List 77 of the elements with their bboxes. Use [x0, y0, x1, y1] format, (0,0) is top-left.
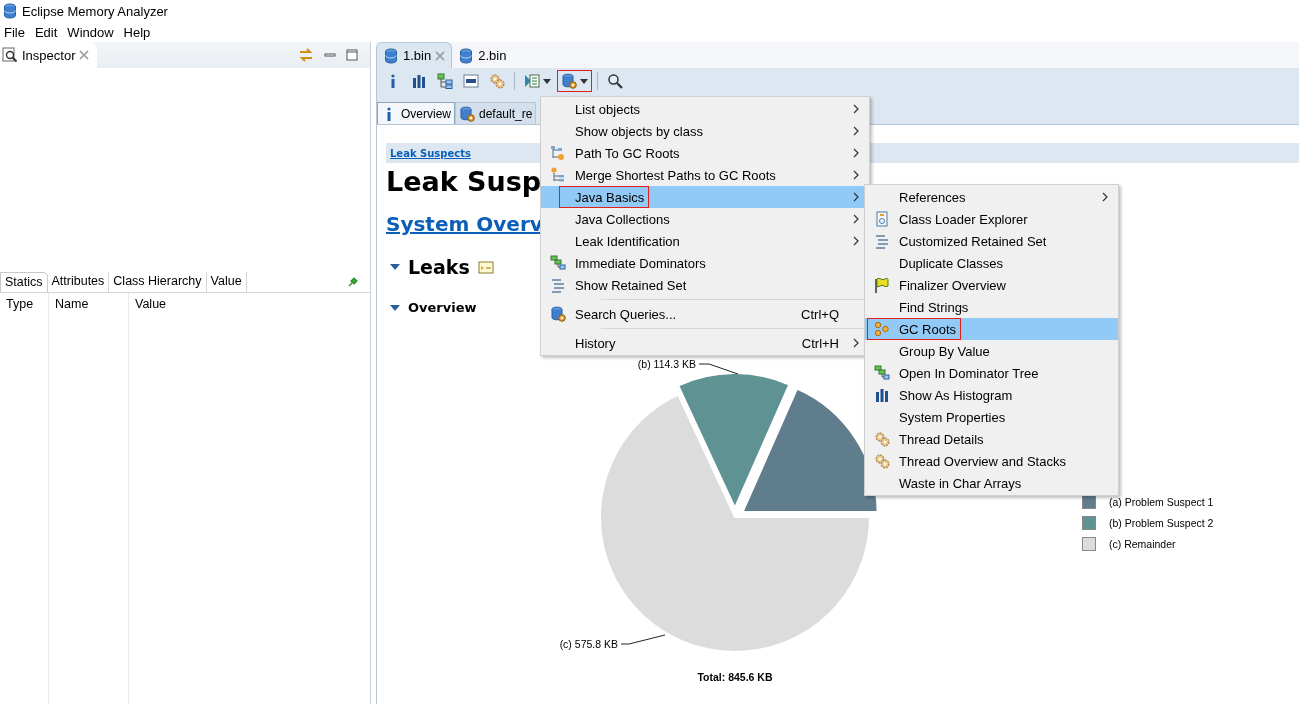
- leader-line: [698, 363, 739, 375]
- menu-item[interactable]: Help: [119, 24, 155, 40]
- column-header: Type: [6, 297, 34, 311]
- dots-icon: [874, 321, 890, 337]
- dropdown-caret-icon: [543, 78, 551, 84]
- close-icon: [435, 50, 446, 61]
- slice-label: (c) 575.8 KB: [559, 638, 618, 650]
- database-gear-icon: [459, 105, 475, 122]
- path-tree-icon: [550, 145, 566, 161]
- menu-item[interactable]: Finalizer Overview: [865, 274, 1118, 296]
- editor-tab[interactable]: 2.bin: [452, 43, 513, 68]
- menu-item[interactable]: Waste in Char Arrays: [865, 472, 1118, 494]
- flag-icon: [874, 277, 890, 293]
- tab[interactable]: default_re: [455, 102, 537, 124]
- database-gear-icon: [550, 306, 566, 322]
- menu-item[interactable]: Path To GC Roots: [541, 142, 869, 164]
- breadcrumb-link[interactable]: Leak Suspects: [390, 147, 471, 159]
- tab[interactable]: Overview: [377, 102, 455, 124]
- report-icon: [524, 73, 540, 89]
- section-title: Leaks: [408, 256, 470, 278]
- gears-icon: [874, 431, 890, 447]
- editor-tab[interactable]: 1.bin: [376, 42, 453, 68]
- maximize-icon[interactable]: [346, 49, 358, 61]
- menu-item[interactable]: GC Roots: [865, 318, 1118, 340]
- menu-item[interactable]: Customized Retained Set: [865, 230, 1118, 252]
- lines-icon: [874, 233, 890, 249]
- chart-total: Total: 845.6 KB: [697, 671, 773, 683]
- query-menu-button[interactable]: [557, 70, 592, 92]
- menu-item[interactable]: File: [0, 24, 29, 40]
- expanded-triangle-icon[interactable]: [390, 263, 400, 271]
- tab[interactable]: Statics: [0, 272, 48, 292]
- legend-label: (c) Remainder: [1109, 538, 1176, 550]
- menu-item[interactable]: Edit: [30, 24, 62, 40]
- gears-icon: [874, 453, 890, 469]
- section-title: Overview: [408, 300, 477, 315]
- legend-label: (a) Problem Suspect 1: [1109, 496, 1214, 508]
- tree-icon: [550, 255, 566, 271]
- menu-item[interactable]: Show objects by class: [541, 120, 869, 142]
- menu-item[interactable]: Duplicate Classes: [865, 252, 1118, 274]
- lines-icon: [550, 277, 566, 293]
- class-loader-icon: [874, 211, 890, 227]
- window-title: Eclipse Memory Analyzer: [22, 3, 168, 19]
- histogram-icon: [874, 387, 890, 403]
- report-heading: Leak Susp: [386, 166, 542, 198]
- menu-item[interactable]: Merge Shortest Paths to GC Roots: [541, 164, 869, 186]
- dropdown-caret-icon: [580, 78, 588, 84]
- menu-item[interactable]: List objects: [541, 98, 869, 120]
- database-icon: [458, 47, 475, 64]
- menu-item[interactable]: Open In Dominator Tree: [865, 362, 1118, 384]
- menu-item[interactable]: Class Loader Explorer: [865, 208, 1118, 230]
- merge-tree-icon: [550, 167, 566, 183]
- inspector-icon: [2, 47, 18, 63]
- search-icon: [607, 73, 623, 89]
- menu-item[interactable]: Thread Details: [865, 428, 1118, 450]
- pin-icon[interactable]: [348, 277, 358, 287]
- details-icon: [477, 260, 494, 274]
- database-icon: [383, 47, 399, 64]
- menu-item[interactable]: Show As Histogram: [865, 384, 1118, 406]
- column-header: Name: [55, 297, 89, 311]
- menu-item[interactable]: Find Strings: [865, 296, 1118, 318]
- close-icon: [79, 50, 90, 60]
- histogram-icon: [411, 73, 427, 89]
- tree-icon: [874, 365, 890, 381]
- gears-icon: [489, 73, 505, 89]
- expanded-triangle-icon[interactable]: [390, 303, 400, 312]
- view-tab[interactable]: Inspector: [0, 42, 98, 68]
- tree-icon: [437, 73, 453, 89]
- menu-item[interactable]: Window: [63, 24, 118, 40]
- legend-label: (b) Problem Suspect 2: [1109, 517, 1214, 529]
- leader-line: [620, 634, 666, 645]
- menu-item[interactable]: Group By Value: [865, 340, 1118, 362]
- database-gear-icon: [561, 73, 577, 89]
- slice-label: (b) 114.3 KB: [637, 358, 696, 370]
- menu-item[interactable]: Thread Overview and Stacks: [865, 450, 1118, 472]
- column-header: Value: [135, 297, 167, 311]
- menu-item[interactable]: System Properties: [865, 406, 1118, 428]
- database-icon: [2, 3, 18, 19]
